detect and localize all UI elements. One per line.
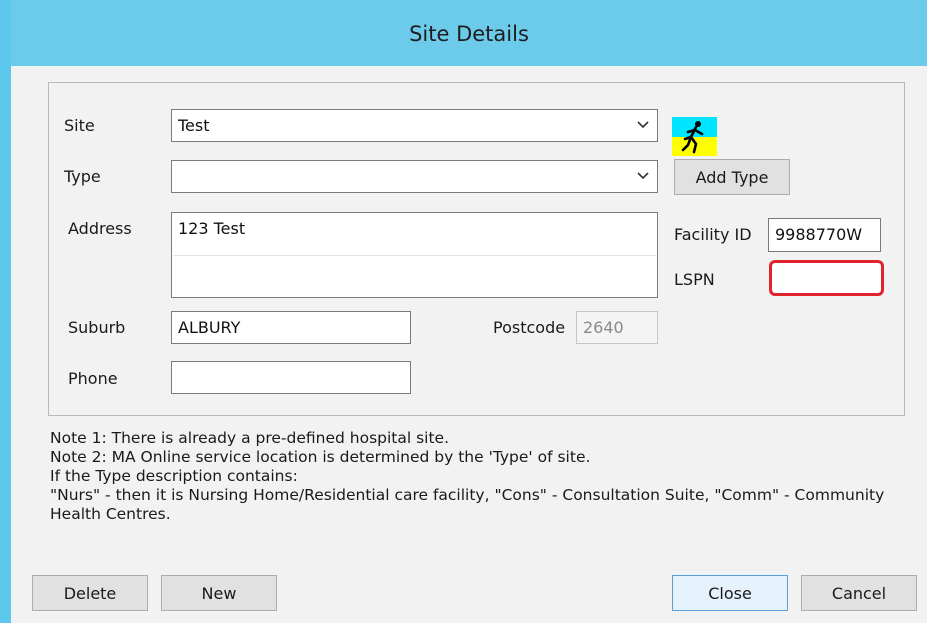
address-value: 123 Test [178,219,246,238]
address-label: Address [68,219,132,238]
note-2: Note 2: MA Online service location is de… [50,448,591,466]
lspn-input[interactable] [769,260,884,296]
postcode-label: Postcode [493,318,566,337]
type-combobox[interactable] [171,160,658,193]
delete-button[interactable]: Delete [32,575,148,611]
facility-id-label: Facility ID [674,225,752,244]
window-title: Site Details [409,22,529,46]
runner-icon[interactable] [672,117,717,156]
add-type-button[interactable]: Add Type [674,159,790,195]
phone-input[interactable] [171,361,411,394]
address-memo[interactable]: 123 Test [171,212,658,298]
notes-block: Note 1: There is already a pre-defined h… [50,429,900,524]
window-frame-left [0,0,11,623]
new-button[interactable]: New [161,575,277,611]
site-label: Site [64,116,95,135]
note-3: If the Type description contains: [50,467,298,485]
postcode-value: 2640 [583,318,624,337]
chevron-down-icon [637,172,649,180]
phone-label: Phone [68,369,118,388]
note-1: Note 1: There is already a pre-defined h… [50,429,450,447]
site-combobox[interactable]: Test [171,109,658,142]
type-label: Type [64,167,101,186]
title-bar[interactable]: Site Details [11,0,927,66]
facility-id-input[interactable]: 9988770W [768,218,881,252]
cancel-button[interactable]: Cancel [801,575,917,611]
chevron-down-icon [637,121,649,129]
postcode-input[interactable]: 2640 [576,311,658,344]
close-button[interactable]: Close [672,575,788,611]
note-4: "Nurs" - then it is Nursing Home/Residen… [50,486,885,523]
facility-id-value: 9988770W [775,225,863,244]
site-value: Test [178,116,210,135]
suburb-input[interactable]: ALBURY [171,311,411,344]
lspn-label: LSPN [674,270,715,289]
suburb-value: ALBURY [178,318,241,337]
address-line-divider [173,255,656,256]
suburb-label: Suburb [68,318,126,337]
